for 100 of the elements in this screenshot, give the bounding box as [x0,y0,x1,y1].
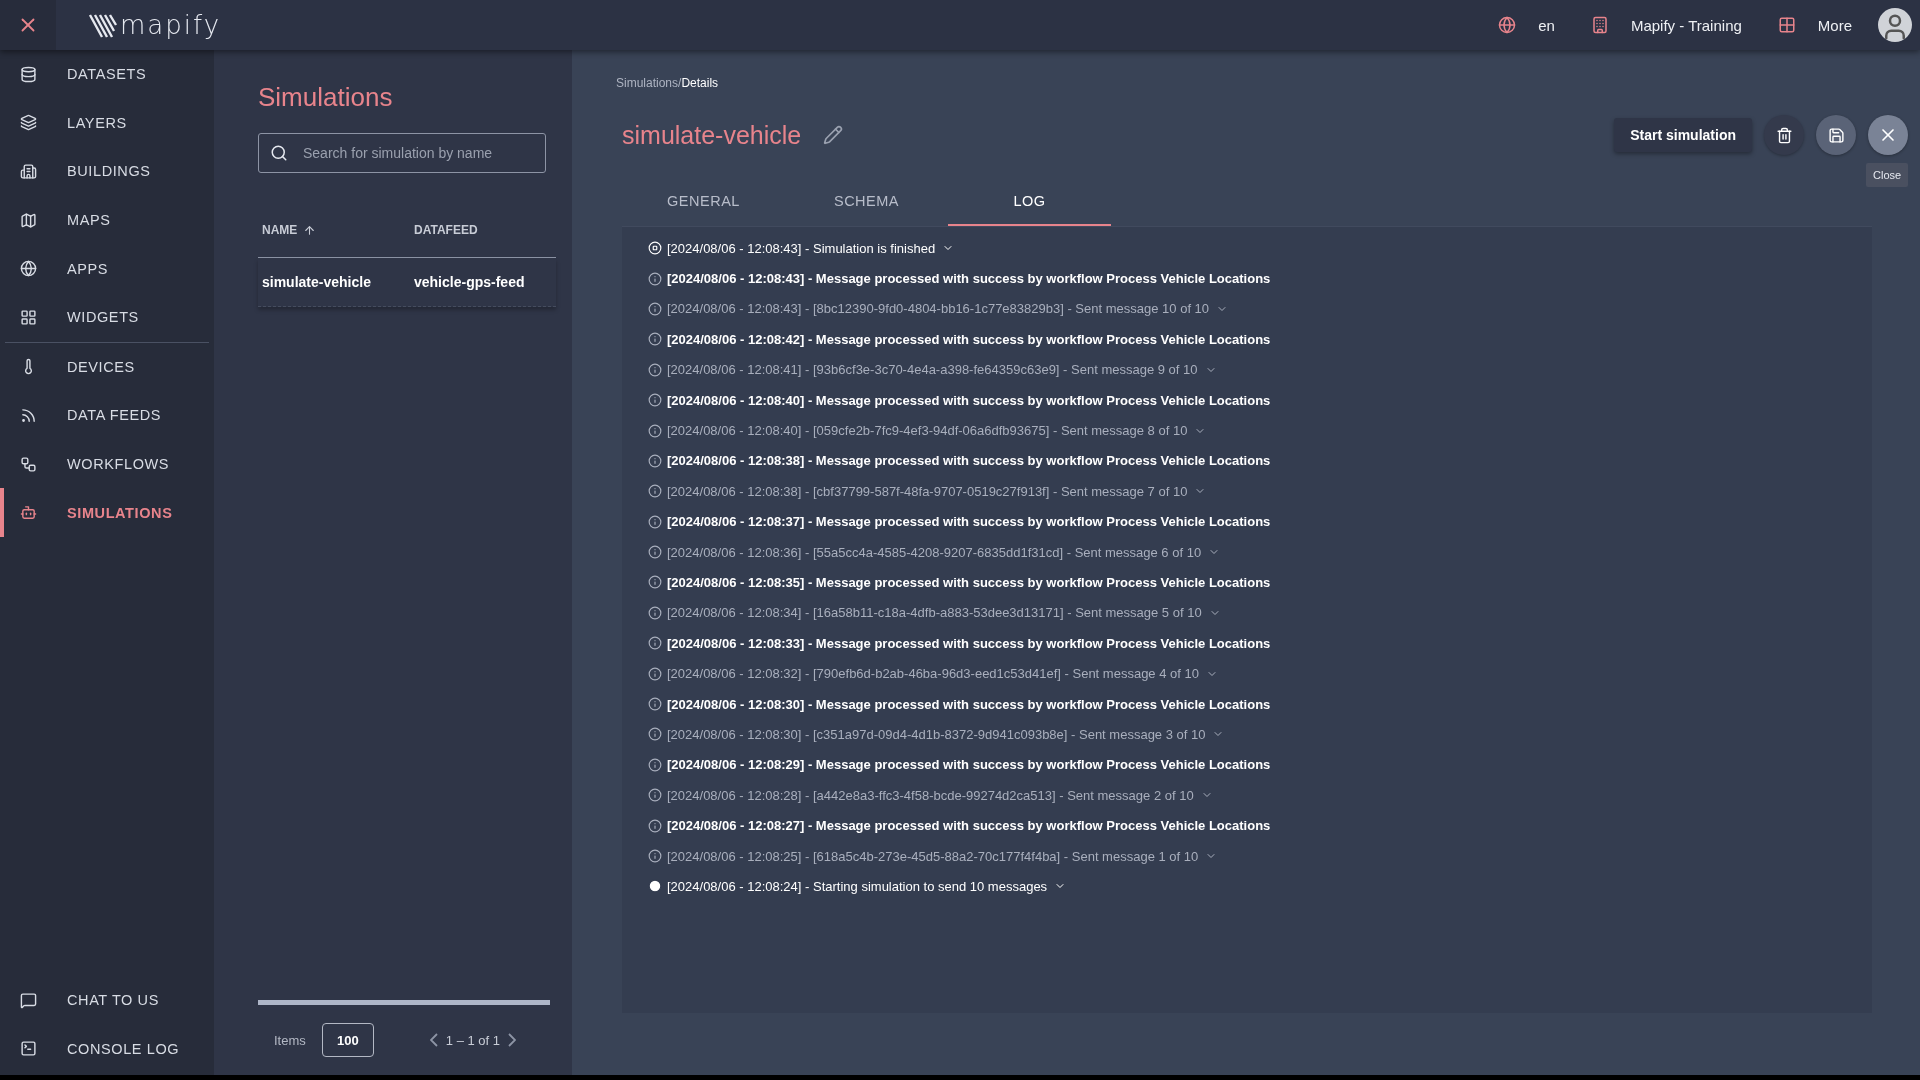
save-icon [1827,126,1845,144]
organization-button[interactable]: Mapify - Training [1580,16,1752,34]
delete-button[interactable] [1764,115,1804,155]
info-icon [648,393,662,408]
sidebar-item[interactable]: APPS [0,244,214,293]
building-icon [20,163,37,180]
panel-title: Simulations [258,82,394,113]
log-entry: [2024/08/06 - 12:08:27] - Message processed with success by workflow Process Vehicle Locations [667,818,1271,834]
sidebar-item[interactable]: DATA FEEDS [0,391,214,440]
info-icon [648,666,662,681]
info-icon [648,484,662,499]
chevron-right-icon [508,1033,516,1047]
table-cell-text: simulate-vehicle [261,274,372,290]
trash-icon [1775,126,1793,144]
log-entry: [2024/08/06 - 12:08:30] - [c351a97d-09d4-4d1b-8372-9d941c093b8e] - Sent message 3 of 10 [667,726,1206,742]
close-button[interactable] [1868,115,1908,155]
info-icon [648,423,662,438]
log-entry: [2024/08/06 - 12:08:42] - Message processed with success by workflow Process Vehicle Locations [667,331,1271,347]
log-entry: [2024/08/06 - 12:08:38] - [cbf37799-587f-48fa-9707-0519c27f913f] - Sent message 7 of 10 [667,483,1188,499]
log-entry: [2024/08/06 - 12:08:25] - [618a5c4b-273e-45d5-88a2-70c177f4f4ba] - Sent message 1 of 10 [667,848,1199,864]
globe-icon [1498,16,1517,34]
items-label: Items [274,1032,306,1048]
info-icon [648,605,662,620]
chat-icon [20,991,37,1009]
info-icon [648,636,662,651]
log-entry: [2024/08/06 - 12:08:40] - [059cfe2b-7fc9-4ef3-94df-06a6dfb93675] - Sent message 8 of 10 [667,423,1188,439]
sidebar-item[interactable]: BUILDINGS [0,147,214,196]
sidebar-item[interactable]: DATASETS [0,50,214,99]
map-icon [20,211,37,229]
sidebar-item[interactable]: LAYERS [0,98,214,148]
info-icon [648,362,662,377]
info-icon [648,727,662,742]
log-entry: [2024/08/06 - 12:08:43] - [8bc12390-9fd0-4804-bb16-1c77e83829b3] - Sent message 10 of 10 [667,301,1210,317]
robot-icon [20,504,37,522]
log-entry: [2024/08/06 - 12:08:43] - Simulation is finished [667,240,936,256]
workflow-icon [20,455,37,473]
info-icon [648,757,662,772]
grid-icon [20,308,37,326]
info-icon [648,788,662,803]
close-menu-button[interactable] [0,0,56,50]
next-page-button[interactable] [508,1033,516,1047]
database-icon [20,65,37,83]
user-avatar[interactable] [1878,8,1912,42]
more-button[interactable]: More [1767,16,1862,34]
simulation-title: simulate-vehicle [622,120,802,150]
pencil-icon [823,125,844,145]
search-field[interactable]: Search for simulation by name [258,133,546,173]
page-range: 1 – 1 of 1 [445,1032,500,1048]
chevron-left-icon [429,1033,438,1047]
log-entry: [2024/08/06 - 12:08:34] - [16a58b11-c18a-4dfb-a883-53dee3d13171] - Sent message 5 of 10 [667,605,1202,621]
log-entry: [2024/08/06 - 12:08:28] - [a442e8a3-ffc3-4f58-bcde-99274d2ca513] - Sent message 2 of 10 [667,787,1194,803]
language-button[interactable]: en [1488,16,1565,34]
save-button[interactable] [1816,115,1856,155]
terminal-icon [20,1040,37,1058]
logo-text: mapify [120,10,222,40]
edit-button[interactable] [823,125,844,145]
tab[interactable]: SCHEMA [785,178,948,226]
log-entry: [2024/08/06 - 12:08:24] - Starting simulation to send 10 messages [667,878,1048,894]
stop-icon [648,241,662,256]
info-icon [648,575,662,590]
page-size-field[interactable]: 100 [321,1023,374,1057]
sidebar-item[interactable]: WORKFLOWS [0,439,214,489]
log-entry: [2024/08/06 - 12:08:37] - Message processed with success by workflow Process Vehicle Locations [667,514,1271,530]
breadcrumb-current: Details [681,76,719,90]
info-icon [648,453,662,468]
tooltip: Close [1866,163,1909,187]
rss-icon [20,406,37,424]
sidebar-item[interactable]: DEVICES [0,342,214,392]
info-icon [648,545,662,560]
start-simulation-button[interactable]: Start simulation [1614,118,1752,152]
column-header[interactable]: DATAFEED [410,223,556,237]
info-icon [648,332,662,347]
grid-icon [1777,16,1796,34]
table-cell-text: vehicle-gps-feed [413,274,526,290]
sidebar-item[interactable]: CHAT TO US [0,975,214,1025]
log-entry: [2024/08/06 - 12:08:36] - [55a5cc4a-4585-4208-9207-6835dd1f31cd] - Sent message 6 of 10 [667,544,1202,560]
column-header[interactable]: NAME [258,223,410,237]
log-entry: [2024/08/06 - 12:08:35] - Message processed with success by workflow Process Vehicle Locations [667,575,1271,590]
info-icon [648,271,662,286]
log-entry: [2024/08/06 - 12:08:29] - Message processed with success by workflow Process Vehicle Locations [667,757,1271,773]
tab[interactable]: GENERAL [622,178,785,226]
log-entry: [2024/08/06 - 12:08:33] - Message processed with success by workflow Process Vehicle Locations [667,635,1271,651]
sidebar-item[interactable]: MAPS [0,195,214,245]
sidebar-item[interactable]: WIDGETS [0,292,214,342]
layers-icon [20,114,37,132]
log-entry: [2024/08/06 - 12:08:40] - Message processed with success by workflow Process Vehicle Locations [667,392,1271,408]
info-icon [648,849,662,863]
log-entry: [2024/08/06 - 12:08:38] - Message processed with success by workflow Process Vehicle Locations [667,453,1271,469]
info-icon [648,514,662,529]
info-icon [648,301,662,316]
scrollbar[interactable] [258,1000,550,1005]
info-icon [648,818,662,833]
log-entry: [2024/08/06 - 12:08:41] - [93b6cf3e-3c70-4e4a-a398-fe64359c63e9] - Sent message 9 of 10 [667,362,1198,378]
breadcrumb-link[interactable]: Simulations/ [616,76,682,90]
sidebar-item[interactable]: CONSOLE LOG [0,1024,214,1073]
globe-icon [20,260,37,278]
previous-page-button[interactable] [429,1033,438,1047]
search-icon [270,144,288,162]
log-entry: [2024/08/06 - 12:08:30] - Message processed with success by workflow Process Vehicle Locations [667,696,1271,712]
log-entry: [2024/08/06 - 12:08:32] - [790efb6d-b2ab-46ba-96d3-eed1c53d41ef] - Sent message 4 of 10 [667,666,1199,682]
